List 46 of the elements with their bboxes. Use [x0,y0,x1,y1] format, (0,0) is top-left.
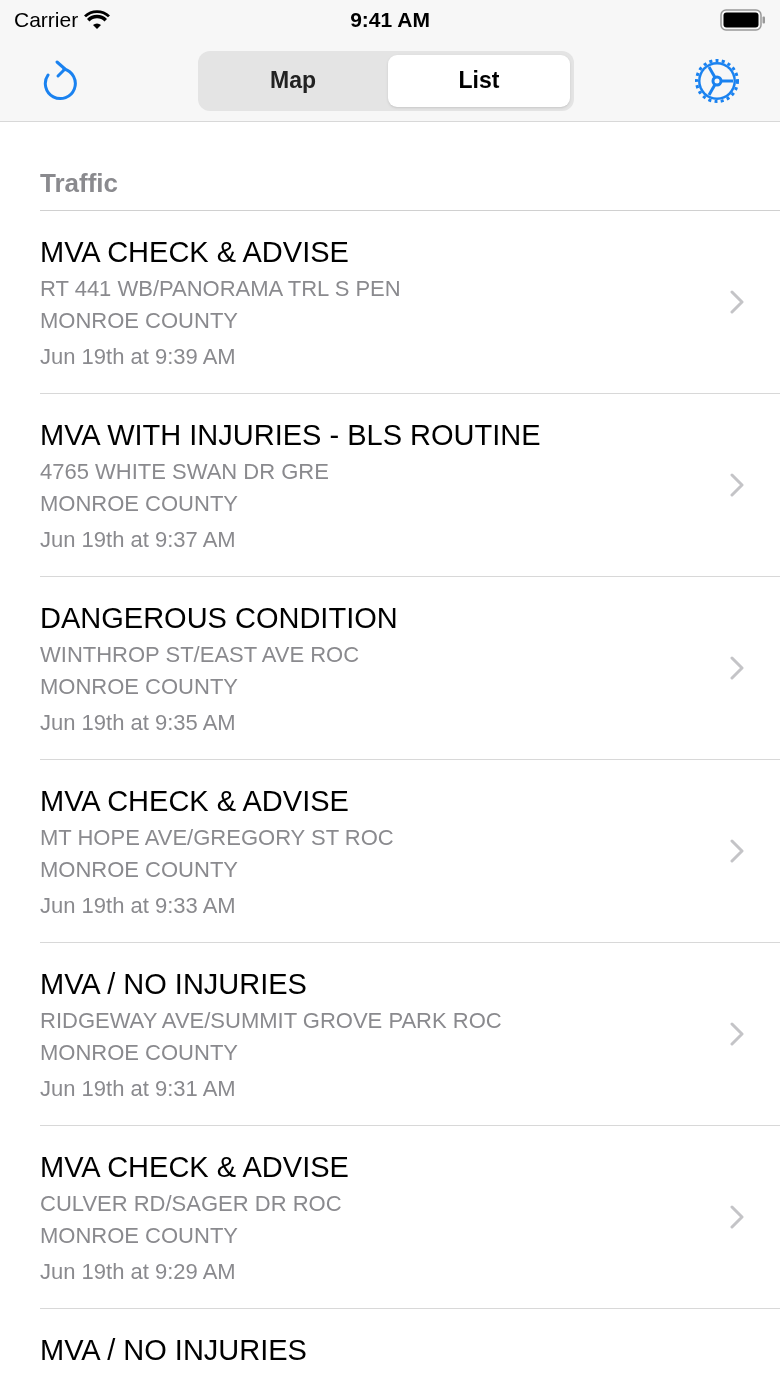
incident-row[interactable]: MVA / NO INJURIES RIDGEWAY AVE/SUMMIT GROVE PARK ROC MONROE COUNTY Jun 19th at 9:31 AM [40,943,780,1126]
incident-time: Jun 19th at 9:35 AM [40,709,236,737]
chevron-icon [730,473,744,497]
incident-address: CULVER RD/SAGER DR ROC [40,1190,342,1218]
incident-address: 4765 WHITE SWAN DR GRE [40,458,329,486]
incident-county: MONROE COUNTY [40,490,238,518]
incident-time: Jun 19th at 9:37 AM [40,526,236,554]
chevron-icon [730,1022,744,1046]
chevron-icon [730,839,744,863]
incident-title: MVA CHECK & ADVISE [40,784,349,819]
carrier-label: Carrier [14,7,79,34]
incident-county: MONROE COUNTY [40,1039,238,1067]
settings-icon[interactable] [694,57,740,104]
incident-title: MVA WITH INJURIES - BLS ROUTINE [40,418,541,453]
incident-time: Jun 19th at 9:31 AM [40,1075,236,1103]
incident-title: MVA / NO INJURIES [40,967,307,1002]
incident-row[interactable]: MVA CHECK & ADVISE MT HOPE AVE/GREGORY ST ROC MONROE COUNTY Jun 19th at 9:33 AM [40,760,780,943]
chevron-icon [730,290,744,314]
incident-county: MONROE COUNTY [40,673,238,701]
incident-address: RIDGEWAY AVE/SUMMIT GROVE PARK ROC [40,1007,502,1035]
battery-icon [720,9,766,31]
incident-address: RT 441 WB/PANORAMA TRL S PEN [40,275,401,303]
chevron-icon [730,656,744,680]
incident-row[interactable]: MVA / NO INJURIES [40,1309,780,1387]
incident-row[interactable]: MVA WITH INJURIES - BLS ROUTINE 4765 WHITE SWAN DR GRE MONROE COUNTY Jun 19th at 9:37 AM [40,394,780,577]
incident-row[interactable]: DANGEROUS CONDITION WINTHROP ST/EAST AVE ROC MONROE COUNTY Jun 19th at 9:35 AM [40,577,780,760]
incident-address: MT HOPE AVE/GREGORY ST ROC [40,824,394,852]
incident-row[interactable]: MVA CHECK & ADVISE CULVER RD/SAGER DR ROC MONROE COUNTY Jun 19th at 9:29 AM [40,1126,780,1309]
incident-county: MONROE COUNTY [40,1222,238,1250]
chevron-icon [730,1205,744,1229]
segment-tab[interactable]: Map [202,54,384,107]
incident-time: Jun 19th at 9:29 AM [40,1258,236,1286]
incident-title: MVA / NO INJURIES [40,1333,307,1368]
section-header: Traffic [40,167,119,200]
wifi-icon [84,10,111,30]
incident-time: Jun 19th at 9:39 AM [40,343,236,371]
incident-title: MVA CHECK & ADVISE [40,235,349,270]
incident-title: MVA CHECK & ADVISE [40,1150,349,1185]
status-time: 9:41 AM [350,7,430,34]
incident-row[interactable]: MVA CHECK & ADVISE RT 441 WB/PANORAMA TRL S PEN MONROE COUNTY Jun 19th at 9:39 AM [40,211,780,394]
incident-title: DANGEROUS CONDITION [40,601,398,636]
incident-county: MONROE COUNTY [40,307,238,335]
incident-address: WINTHROP ST/EAST AVE ROC [40,641,360,669]
segment-tab[interactable]: List [388,54,570,107]
incident-time: Jun 19th at 9:33 AM [40,892,236,920]
incident-county: MONROE COUNTY [40,856,238,884]
